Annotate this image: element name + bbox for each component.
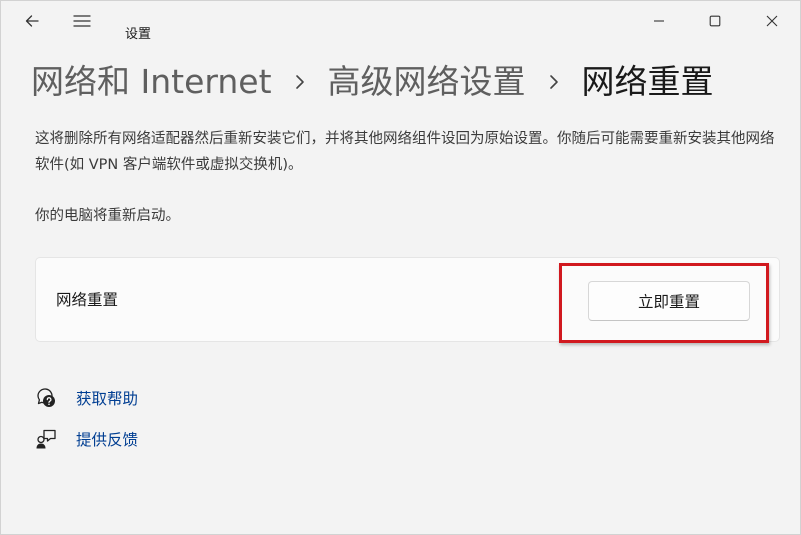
get-help-link[interactable]: 获取帮助 <box>35 385 138 411</box>
close-icon <box>766 15 778 27</box>
reset-description: 这将删除所有网络适配器然后重新安装它们，并将其他网络组件设回为原始设置。你随后可… <box>35 131 775 173</box>
breadcrumb: 网络和 Internet 高级网络设置 网络重置 <box>31 59 714 105</box>
settings-window: 设置 网络和 Internet 高级网络设置 网络重置 这将删除所有网络适配器然… <box>0 0 801 535</box>
help-chat-icon <box>35 387 57 409</box>
window-title: 设置 <box>125 27 152 42</box>
minimize-icon <box>654 20 664 22</box>
restart-note: 你的电脑将重新启动。 <box>35 208 180 224</box>
network-reset-label: 网络重置 <box>56 291 119 309</box>
chevron-right-icon <box>549 75 558 89</box>
breadcrumb-separator <box>272 74 328 90</box>
give-feedback-label[interactable]: 提供反馈 <box>76 428 138 450</box>
page-title: 网络重置 <box>581 62 714 101</box>
back-arrow-icon <box>25 15 39 27</box>
back-button[interactable] <box>20 9 44 33</box>
minimize-button[interactable] <box>636 1 682 41</box>
breadcrumb-advanced-network-settings[interactable]: 高级网络设置 <box>328 59 526 105</box>
reset-now-button[interactable]: 立即重置 <box>588 281 750 321</box>
network-reset-card: 网络重置 立即重置 <box>35 257 780 342</box>
close-button[interactable] <box>749 1 795 41</box>
hamburger-icon <box>73 15 91 27</box>
chevron-right-icon <box>295 75 304 89</box>
give-feedback-link[interactable]: 提供反馈 <box>35 426 138 452</box>
maximize-icon <box>709 15 721 27</box>
breadcrumb-separator <box>526 74 582 90</box>
title-bar: 设置 <box>1 1 800 42</box>
get-help-label[interactable]: 获取帮助 <box>76 387 138 409</box>
breadcrumb-network-internet[interactable]: 网络和 Internet <box>31 59 272 105</box>
feedback-icon <box>35 428 57 450</box>
maximize-button[interactable] <box>692 1 738 41</box>
menu-button[interactable] <box>70 9 94 33</box>
